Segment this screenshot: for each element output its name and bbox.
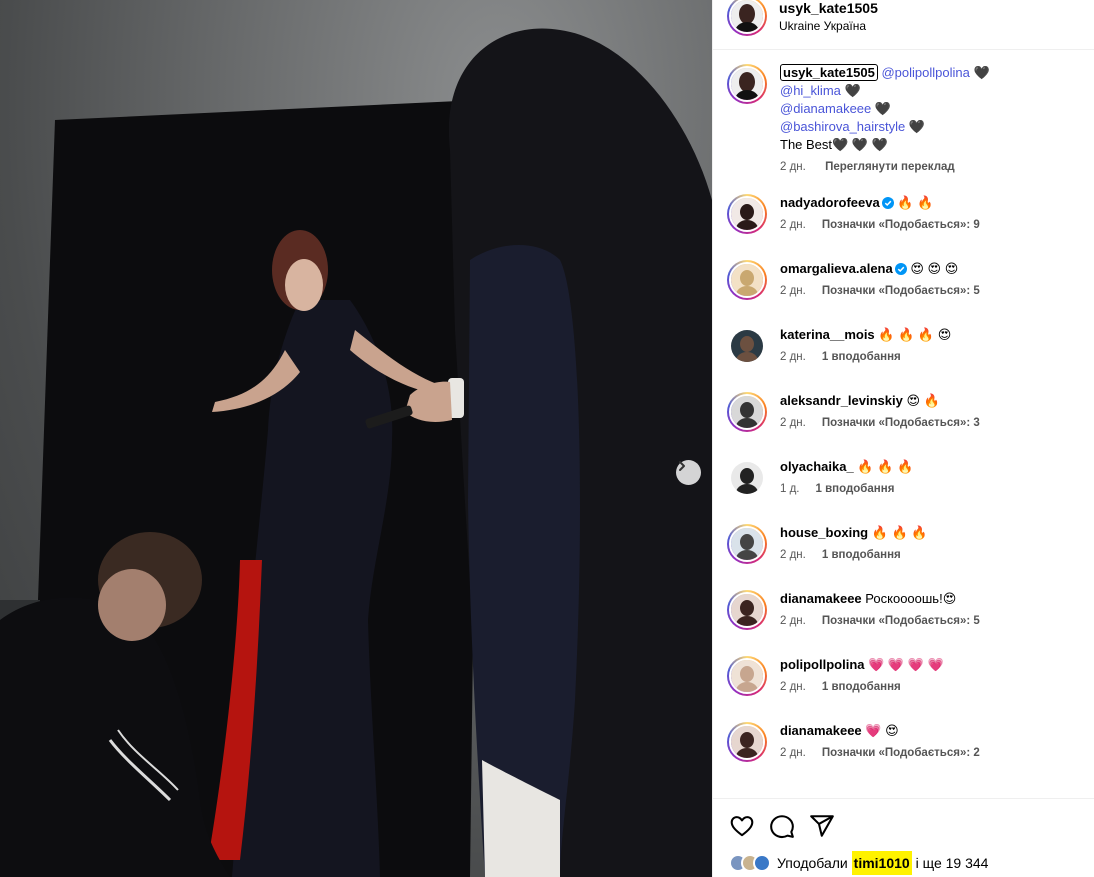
share-icon[interactable]	[809, 813, 835, 839]
comment-text: 💗 😍	[865, 723, 899, 738]
verified-badge-icon	[894, 263, 907, 275]
caption-username[interactable]: usyk_kate1505	[780, 64, 878, 81]
caption-mention-4[interactable]: @bashirova_hairstyle	[780, 119, 905, 134]
caption-emoji-2: 🖤	[844, 83, 861, 98]
comment-text: Роскоооошь!😍	[865, 591, 957, 606]
comment-time[interactable]: 2 дн.	[780, 549, 806, 561]
commenter-username[interactable]: katerina__mois	[780, 327, 875, 342]
comment-time[interactable]: 2 дн.	[780, 417, 806, 429]
commenter-username[interactable]: dianamakeee	[780, 723, 862, 738]
author-username[interactable]: usyk_kate1505	[779, 0, 878, 16]
commenter-avatar[interactable]	[727, 722, 767, 762]
caption-emoji-3: 🖤	[874, 101, 892, 116]
comment-time[interactable]: 2 дн.	[780, 615, 806, 627]
comment-time[interactable]: 2 дн.	[780, 219, 806, 231]
commenter-avatar[interactable]	[727, 260, 767, 300]
comment-time[interactable]: 2 дн.	[780, 681, 806, 693]
commenter-avatar[interactable]	[727, 194, 767, 234]
next-photo-button[interactable]	[676, 460, 701, 485]
comment-likes[interactable]: Позначки «Подобається»: 3	[822, 417, 980, 429]
comment-time[interactable]: 1 д.	[780, 483, 800, 495]
translate-link[interactable]: Переглянути переклад	[825, 161, 955, 173]
likes-suffix[interactable]: і ще 19 344	[916, 855, 989, 871]
commenter-avatar[interactable]	[727, 392, 767, 432]
comment-likes[interactable]: Позначки «Подобається»: 5	[822, 615, 980, 627]
comment-body: omargalieva.alena 😍 😍 😍 2 дн. Позначки «По…	[780, 260, 1080, 300]
comment-text: 😍 😍 😍	[910, 261, 959, 276]
comment-likes[interactable]: Позначки «Подобається»: 9	[822, 219, 980, 231]
commenter-avatar[interactable]	[727, 656, 767, 696]
comment-likes[interactable]: 1 вподобання	[816, 483, 895, 495]
commenter-avatar[interactable]	[727, 524, 767, 564]
comment-likes[interactable]: Позначки «Подобається»: 5	[822, 285, 980, 297]
caption-tail: The Best🖤 🖤 🖤	[780, 137, 888, 152]
caption-emoji-4: 🖤	[908, 119, 926, 134]
post-header: usyk_kate1505 Ukraine Україна	[713, 0, 1094, 50]
comment-body: olyachaika_ 🔥 🔥 🔥 1 д. 1 вподобання	[780, 458, 1080, 498]
commenter-username[interactable]: dianamakeee	[780, 591, 862, 606]
likes-prefix: Уподобали	[777, 855, 848, 871]
liker-username[interactable]: timi1010	[851, 851, 912, 875]
commenter-username[interactable]: polipollpolina	[780, 657, 865, 672]
caption-avatar[interactable]	[727, 64, 767, 104]
comment-body: aleksandr_levinskiy 😍 🔥 2 дн. Позначки «По…	[780, 392, 1080, 432]
post-sidebar: usyk_kate1505 Ukraine Україна usyk_kate1…	[712, 0, 1094, 877]
caption-mention-1[interactable]: @polipollpolina	[881, 65, 969, 80]
caption-body: usyk_kate1505 @polipollpolina 🖤 @hi_klim…	[780, 64, 1080, 176]
commenter-avatar[interactable]	[727, 590, 767, 630]
comment-text: 🔥 🔥 🔥	[857, 459, 914, 474]
commenter-username[interactable]: aleksandr_levinskiy	[780, 393, 903, 408]
comment-time[interactable]: 2 дн.	[780, 351, 806, 363]
likes-summary[interactable]: Уподобали timi1010 і ще 19 344	[729, 851, 988, 875]
comment-body: nadyadorofeeva 🔥 🔥 2 дн. Позначки «Подобає…	[780, 194, 1080, 234]
comment-likes[interactable]: 1 вподобання	[822, 351, 901, 363]
comment-body: polipollpolina 💗 💗 💗 💗 2 дн. 1 вподобання	[780, 656, 1080, 696]
post-location[interactable]: Ukraine Україна	[779, 19, 866, 33]
comment-likes[interactable]: 1 вподобання	[822, 549, 901, 561]
comment-body: dianamakeee 💗 😍 2 дн. Позначки «Подобаєтьс…	[780, 722, 1080, 762]
caption-time[interactable]: 2 дн.	[780, 161, 806, 173]
comment-text: 🔥 🔥 🔥 😍	[878, 327, 952, 342]
comment-time[interactable]: 2 дн.	[780, 285, 806, 297]
caption-emoji-1: 🖤	[973, 65, 990, 80]
heart-icon[interactable]	[729, 813, 755, 839]
caption-mention-3[interactable]: @dianamakeee	[780, 101, 871, 116]
photo-illustration	[0, 28, 712, 877]
comment-time[interactable]: 2 дн.	[780, 747, 806, 759]
commenter-avatar[interactable]	[727, 458, 767, 498]
post-photo[interactable]	[0, 0, 712, 877]
comment-text: 😍 🔥	[906, 393, 940, 408]
caption-mention-2[interactable]: @hi_klima	[780, 83, 841, 98]
comment-text: 🔥 🔥	[897, 195, 934, 210]
verified-badge-icon	[881, 197, 894, 209]
comment-text: 🔥 🔥 🔥	[871, 525, 928, 540]
commenter-avatar[interactable]	[727, 326, 767, 366]
commenter-username[interactable]: olyachaika_	[780, 459, 854, 474]
comment-body: house_boxing 🔥 🔥 🔥 2 дн. 1 вподобання	[780, 524, 1080, 564]
commenter-username[interactable]: omargalieva.alena	[780, 261, 893, 276]
commenter-username[interactable]: house_boxing	[780, 525, 868, 540]
liker-avatar[interactable]	[753, 854, 771, 872]
chevron-right-icon	[679, 461, 685, 471]
commenter-username[interactable]: nadyadorofeeva	[780, 195, 880, 210]
comment-icon[interactable]	[769, 813, 795, 839]
author-avatar[interactable]	[727, 0, 767, 36]
comments-list[interactable]: usyk_kate1505 @polipollpolina 🖤 @hi_klim…	[713, 52, 1094, 798]
comment-body: katerina__mois 🔥 🔥 🔥 😍 2 дн. 1 вподобання	[780, 326, 1080, 366]
comment-text: 💗 💗 💗 💗	[868, 657, 944, 672]
post-actions: Уподобали timi1010 і ще 19 344	[713, 798, 1094, 877]
comment-likes[interactable]: Позначки «Подобається»: 2	[822, 747, 980, 759]
comment-body: dianamakeee Роскоооошь!😍 2 дн. Позначки «П…	[780, 590, 1080, 630]
comment-likes[interactable]: 1 вподобання	[822, 681, 901, 693]
